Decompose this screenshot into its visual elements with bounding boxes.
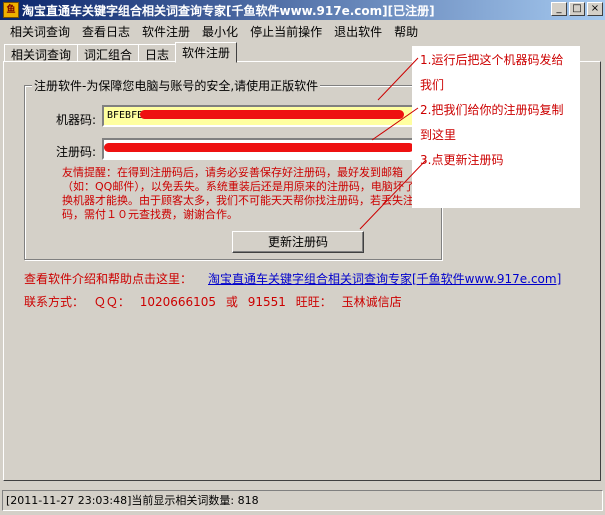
help-link[interactable]: 淘宝直通车关键字组合相关词查询专家[千鱼软件www.917e.com] [208,270,561,287]
menu-help[interactable]: 帮助 [388,23,424,40]
qq-label: ＱＱ： [93,295,130,309]
redaction-scribble [104,143,414,152]
reg-code-label: 注册码: [56,145,97,159]
annotation-step3: 3.点更新注册码 [420,153,504,167]
tab-word-combo[interactable]: 词汇组合 [77,44,140,62]
app-icon: 鱼 [3,2,19,18]
qq-number-2: 91551 [247,295,286,309]
maximize-button[interactable]: □ [569,2,585,16]
tab-register[interactable]: 软件注册 [175,42,238,63]
redaction-scribble [140,110,404,119]
tab-related-query[interactable]: 相关词查询 [4,44,79,62]
menu-minimize[interactable]: 最小化 [196,23,244,40]
menu-stop[interactable]: 停止当前操作 [244,23,328,40]
close-button[interactable]: × [587,2,603,16]
menu-related-query[interactable]: 相关词查询 [4,23,76,40]
or-text: 或 [225,295,238,309]
tab-strip: 相关词查询 词汇组合 日志 软件注册 [4,42,238,63]
warning-text: 友情提醒：在得到注册码后，请务必妥善保存好注册码，最好发到邮箱（如：QQ邮件），… [62,166,426,221]
annotation-step1-cont: 我们 [420,78,445,92]
menu-bar: 相关词查询 查看日志 软件注册 最小化 停止当前操作 退出软件 帮助 [0,21,605,41]
menu-view-log[interactable]: 查看日志 [76,23,136,40]
window-controls: _ □ × [551,2,603,16]
update-reg-code-button[interactable]: 更新注册码 [232,231,364,253]
window-title: 淘宝直通车关键字组合相关词查询专家[千鱼软件www.917e.com][已注册] [22,3,435,18]
menu-register[interactable]: 软件注册 [136,23,196,40]
machine-code-label: 机器码: [56,113,97,127]
qq-number-1: 1020666105 [139,295,217,309]
help-label: 查看软件介绍和帮助点击这里： [24,272,193,286]
annotation-step2: 2.把我们给你的注册码复制 [420,103,564,117]
status-bar: [2011-11-27 23:03:48]当前显示相关词数量: 818 [2,490,603,511]
contact-label: 联系方式： [24,295,85,309]
ww-label: 旺旺： [295,295,332,309]
annotation-step2-cont: 到这里 [420,128,457,142]
minimize-button[interactable]: _ [551,2,567,16]
title-bar[interactable]: 鱼 淘宝直通车关键字组合相关词查询专家[千鱼软件www.917e.com][已注… [0,0,605,20]
annotation-step1: 1.运行后把这个机器码发给 [420,53,564,67]
menu-exit[interactable]: 退出软件 [328,23,388,40]
ww-value: 玉林诚信店 [341,295,402,309]
tab-log[interactable]: 日志 [138,44,177,62]
register-group-title: 注册软件-为保障您电脑与账号的安全,请使用正版软件 [32,77,321,94]
contact-info: 联系方式： ＱＱ： 1020666105 或 91551 旺旺： 玉林诚信店 [24,293,408,310]
